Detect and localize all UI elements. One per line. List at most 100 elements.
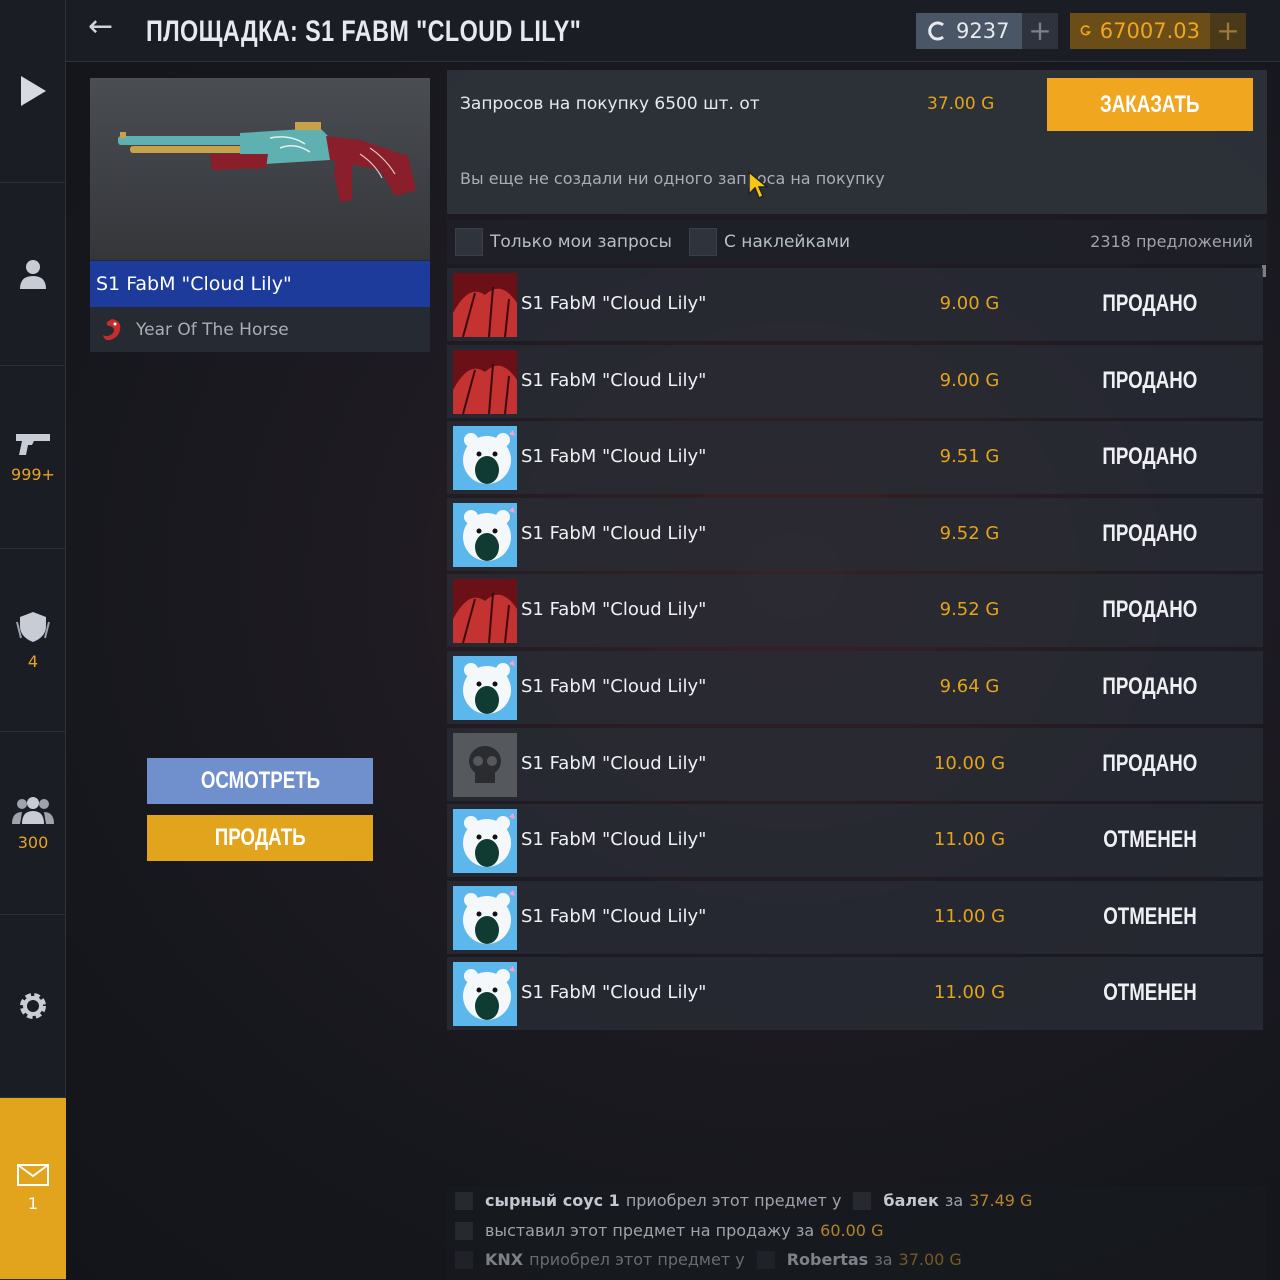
sticker-thumbnail — [453, 349, 517, 414]
row-status: ОТМЕНЕН — [1103, 902, 1197, 930]
sticker-thumbnail — [453, 655, 517, 720]
row-item-name: S1 FabM "Cloud Lily" — [521, 675, 707, 697]
offers-count: 2318 предложений — [1090, 232, 1253, 251]
friends-nav-item[interactable]: 300 — [0, 732, 66, 915]
gear-icon — [20, 993, 46, 1019]
profile-nav-item[interactable] — [0, 183, 66, 366]
row-price: 10.00 G — [933, 752, 1006, 774]
list-item[interactable]: S1 FabM "Cloud Lily" 9.64 G ПРОДАНО — [447, 650, 1263, 724]
play-icon — [21, 76, 46, 106]
list-item[interactable]: S1 FabM "Cloud Lily" 9.51 G ПРОДАНО — [447, 421, 1263, 495]
list-item[interactable]: S1 FabM "Cloud Lily" 9.52 G ПРОДАНО — [447, 497, 1263, 571]
row-price: 11.00 G — [933, 905, 1006, 927]
weapons-count: 999+ — [11, 464, 55, 484]
row-item-name: S1 FabM "Cloud Lily" — [521, 829, 707, 851]
add-crowns-button[interactable]: + — [1022, 13, 1058, 49]
buy-requests-panel: Запросов на покупку 6500 шт. от 37.00 G … — [447, 70, 1267, 214]
friends-icon — [12, 796, 54, 824]
list-item[interactable]: S1 FabM "Cloud Lily" 9.00 G ПРОДАНО — [447, 344, 1263, 418]
activity-line: выставил этот предмет на продажу за 60.0… — [455, 1221, 883, 1240]
list-item[interactable]: S1 FabM "Cloud Lily" 9.00 G ПРОДАНО — [447, 268, 1263, 341]
requests-min-price: 37.00 G — [927, 94, 995, 114]
with-stickers-label: С наклейками — [724, 232, 851, 252]
activity-action: выставил этот предмет на продажу за — [485, 1221, 815, 1240]
mail-count: 1 — [27, 1194, 39, 1213]
gold-amount: 67007.03 — [1099, 19, 1200, 43]
row-item-name: S1 FabM "Cloud Lily" — [521, 293, 707, 314]
list-item[interactable]: S1 FabM "Cloud Lily" 11.00 G ОТМЕНЕН — [447, 804, 1263, 878]
row-price: 11.00 G — [933, 829, 1006, 851]
activity-za: за — [874, 1250, 893, 1269]
achievements-nav-item[interactable]: 4 — [0, 549, 66, 732]
sticker-thumbnail — [453, 885, 517, 950]
view-button[interactable]: ОСМОТРЕТЬ — [147, 758, 373, 804]
mail-icon — [17, 1164, 49, 1186]
weapons-nav-item[interactable]: 999+ — [0, 366, 66, 549]
order-button[interactable]: ЗАКАЗАТЬ — [1047, 78, 1253, 131]
sticker-thumbnail — [453, 579, 517, 644]
sell-button[interactable]: ПРОДАТЬ — [147, 815, 373, 861]
activity-user[interactable]: KNX — [485, 1250, 523, 1269]
activity-action: приобрел этот предмет у — [625, 1191, 842, 1210]
activity-za: за — [944, 1191, 964, 1210]
avatar — [455, 1191, 473, 1210]
requests-summary: Запросов на покупку 6500 шт. от — [460, 94, 760, 114]
activity-line: KNX приобрел этот предмет у Robertas за … — [455, 1250, 962, 1269]
row-price: 9.52 G — [939, 599, 1000, 621]
activity-price: 37.00 G — [898, 1250, 962, 1269]
achievements-count: 4 — [27, 651, 39, 671]
row-price: 9.52 G — [939, 522, 1000, 544]
row-price: 9.51 G — [939, 446, 1000, 468]
activity-action: приобрел этот предмет у — [529, 1250, 745, 1269]
my-requests-checkbox[interactable] — [455, 228, 483, 256]
activity-user[interactable]: сырный соус 1 — [485, 1191, 620, 1210]
row-item-name: S1 FabM "Cloud Lily" — [521, 599, 707, 621]
back-arrow-icon[interactable]: ← — [88, 12, 113, 42]
row-price: 9.00 G — [939, 369, 1000, 391]
activity-seller[interactable]: Robertas — [787, 1250, 868, 1269]
row-item-name: S1 FabM "Cloud Lily" — [521, 982, 707, 1004]
row-price: 9.00 G — [939, 293, 1000, 314]
no-requests-text: Вы еще не создали ни одного запроса на п… — [460, 169, 885, 188]
avatar — [756, 1250, 775, 1269]
avatar — [455, 1250, 473, 1269]
row-status: ОТМЕНЕН — [1103, 979, 1197, 1007]
shield-icon — [16, 611, 50, 642]
list-item[interactable]: S1 FabM "Cloud Lily" 11.00 G ОТМЕНЕН — [447, 957, 1263, 1031]
item-preview-image[interactable] — [90, 78, 430, 260]
play-nav-item[interactable] — [0, 0, 66, 183]
list-item[interactable]: S1 FabM "Cloud Lily" 10.00 G ПРОДАНО — [447, 727, 1263, 801]
row-status: ПРОДАНО — [1102, 596, 1198, 624]
dragon-collection-icon — [103, 318, 121, 340]
list-item[interactable]: S1 FabM "Cloud Lily" 11.00 G ОТМЕНЕН — [447, 880, 1263, 954]
avatar — [853, 1191, 872, 1210]
row-item-name: S1 FabM "Cloud Lily" — [521, 369, 707, 391]
gold-currency-icon — [1080, 25, 1091, 36]
row-price: 9.64 G — [939, 675, 1000, 697]
shotgun-image — [118, 122, 416, 202]
row-price: 11.00 G — [933, 982, 1006, 1004]
mail-nav-item[interactable]: 1 — [0, 1098, 66, 1280]
crowns-amount: 9237 — [956, 19, 1010, 43]
row-item-name: S1 FabM "Cloud Lily" — [521, 522, 707, 544]
sticker-thumbnail — [453, 502, 517, 567]
my-requests-label: Только мои запросы — [490, 232, 672, 252]
row-status: ОТМЕНЕН — [1103, 826, 1197, 854]
list-item[interactable]: S1 FabM "Cloud Lily" 9.52 G ПРОДАНО — [447, 574, 1263, 648]
activity-line: сырный соус 1 приобрел этот предмет у ба… — [455, 1191, 1032, 1210]
settings-nav-item[interactable] — [0, 915, 66, 1098]
mouse-cursor-icon — [748, 170, 769, 200]
item-name: S1 FabM "Cloud Lily" — [90, 261, 430, 307]
row-status: ПРОДАНО — [1102, 749, 1198, 777]
row-item-name: S1 FabM "Cloud Lily" — [521, 752, 707, 774]
avatar — [455, 1221, 473, 1240]
item-collection: Year Of The Horse — [90, 307, 430, 352]
activity-seller[interactable]: балек — [883, 1191, 938, 1210]
row-status: ПРОДАНО — [1102, 672, 1198, 700]
with-stickers-checkbox[interactable] — [689, 228, 717, 256]
activity-price: 37.49 G — [969, 1191, 1033, 1210]
pistol-icon — [16, 433, 50, 455]
sticker-thumbnail — [453, 732, 517, 797]
add-gold-button[interactable]: + — [1210, 13, 1246, 49]
gold-balance: 67007.03 + — [1070, 13, 1246, 49]
